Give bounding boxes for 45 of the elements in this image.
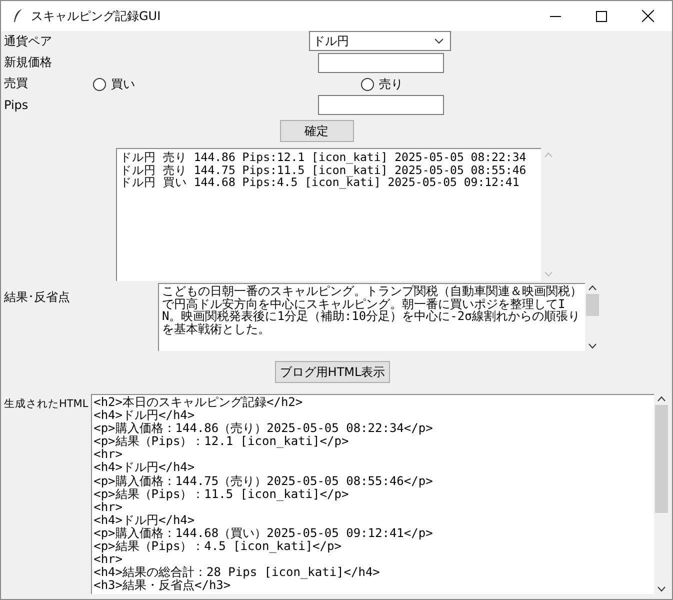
code-line: <hr> <box>94 553 124 566</box>
code-line: <hr> <box>94 448 124 462</box>
radio-option[interactable]: 買い <box>93 76 135 93</box>
radio-option[interactable]: 売り <box>361 76 403 93</box>
html-label: 生成されたHTML <box>4 397 90 412</box>
blog-html-button[interactable]: ブログ用HTML表示 <box>274 361 390 383</box>
code-line: <h4>ドル円</h4> <box>94 461 196 475</box>
notes-text-area[interactable]: こどもの日朝一番のスキャルピング。トランプ関税（自動車関連＆映画関税）で円高ドル安方向を中心にスキャルピング。朝一番に買いポジを整理してIN。映画関税発表後に1分足（補助:10分足）を中心に-2σ線割れからの順張りを基本戦術とした。 <box>158 283 585 351</box>
input-field[interactable] <box>318 95 444 115</box>
feather-icon <box>13 9 23 23</box>
currency-dropdown[interactable]: ドル円 <box>309 31 451 51</box>
chevron-down-icon[interactable] <box>588 343 597 349</box>
input-field[interactable] <box>318 53 444 73</box>
scrollbar-thumb[interactable] <box>655 405 668 513</box>
chevron-down-icon[interactable] <box>657 586 666 592</box>
window-title: スキャルピング記録GUI <box>31 8 161 24</box>
list-item[interactable]: ドル円 買い 144.68 Pips:4.5 [icon_kati] 2025-05-05 09:12:41 <box>120 176 538 188</box>
code-line: <p>購入価格：144.68（買い）2025-05-05 09:12:41</p> <box>94 526 434 540</box>
field-label: 売買 <box>4 75 29 92</box>
notes-label: 結果･反省点 <box>4 289 71 306</box>
code-line: <p>購入価格：144.86（売り）2025-05-05 08:22:34</p> <box>94 422 434 436</box>
code-line: <p>結果（Pips）：4.5 [icon_kati]</p> <box>94 540 342 554</box>
chevron-up-icon[interactable] <box>657 396 666 402</box>
confirm-button[interactable]: 確定 <box>280 120 354 142</box>
code-line: <h3>結果・反省点</h3> <box>94 579 231 592</box>
code-line: <h2>本日のスキャルピング記録</h2> <box>94 396 304 410</box>
field-label: Pips <box>4 98 30 112</box>
code-line: <hr> <box>94 500 124 514</box>
code-line: <h4>ドル円</h4> <box>94 409 196 422</box>
chevron-up-icon[interactable] <box>588 285 597 291</box>
code-line: <h4>ドル円</h4> <box>94 514 196 527</box>
chevron-down-icon <box>434 38 444 44</box>
records-list[interactable]: ドル円 売り 144.86 Pips:12.1 [icon_kati] 2025-05-05 08:22:34 ドル円 売り 144.75 Pips:11.5 [icon_kati] 2025-05-05 08:55:46 ドル円 買い 144.68 Pips:4.5 [icon_kati] 2025-05-05 09:12:41 <box>116 148 541 281</box>
code-line: <p>購入価格：144.75（売り）2025-05-05 08:55:46</p> <box>94 474 434 488</box>
list-item[interactable]: ドル円 売り 144.86 Pips:12.1 [icon_kati] 2025-05-05 08:22:34 <box>120 151 538 164</box>
field-label: 新規価格 <box>4 54 53 71</box>
code-line: <p>結果（Pips）：11.5 [icon_kati]</p> <box>94 488 349 501</box>
close-icon[interactable] <box>642 10 654 22</box>
field-label: 通貨ペア <box>4 33 53 50</box>
list-item[interactable]: ドル円 売り 144.75 Pips:11.5 [icon_kati] 2025-05-05 08:55:46 <box>120 164 538 176</box>
code-line: <p>結果（Pips）：12.1 [icon_kati]</p> <box>94 435 349 448</box>
html-text-area[interactable] <box>90 394 654 594</box>
scrollbar-thumb[interactable] <box>586 294 599 316</box>
maximize-icon[interactable] <box>596 10 607 22</box>
code-line: <h4>結果の総合計：28 Pips [icon_kati]</h4> <box>94 566 381 580</box>
